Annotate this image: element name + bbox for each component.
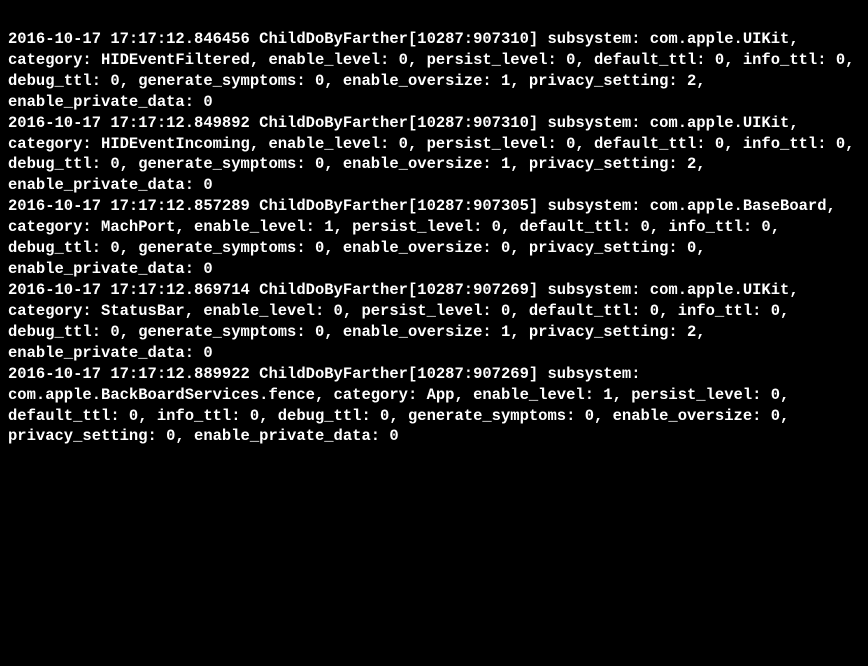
console-log-output: 2016-10-17 17:17:12.846456 ChildDoByFart… [8,30,864,446]
